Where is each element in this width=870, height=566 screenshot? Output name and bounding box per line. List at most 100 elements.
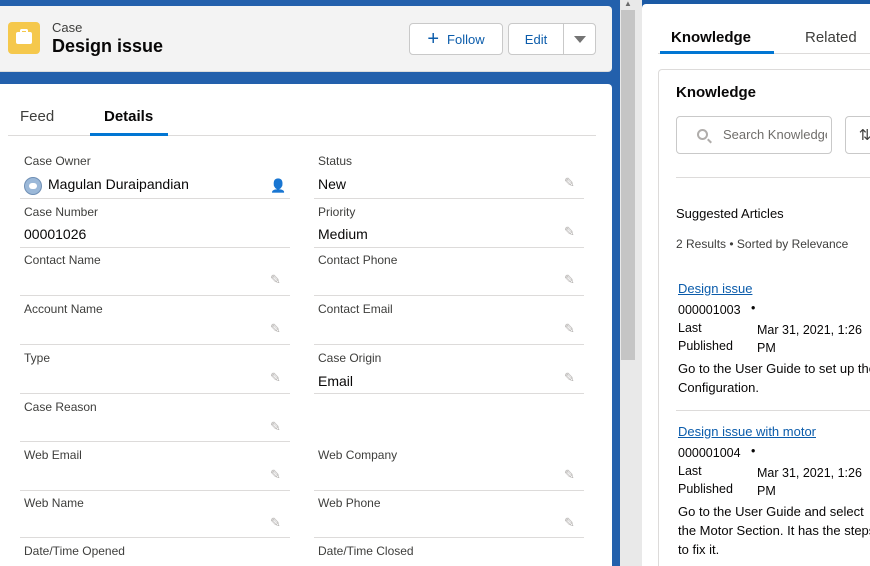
field-date-opened: Date/Time Opened [20,544,290,566]
pencil-icon[interactable]: ✎ [564,225,578,239]
field-type: Type ✎ [20,351,290,394]
pencil-icon[interactable]: ✎ [564,371,578,385]
field-case-origin: Case Origin Email ✎ [314,351,584,394]
field-label: Web Name [24,496,84,510]
search-icon [697,129,708,140]
active-tab-indicator [90,133,168,136]
published-label: Published [678,482,733,496]
scrollbar-thumb[interactable] [621,10,635,360]
field-label: Web Phone [318,496,381,510]
pencil-icon[interactable]: ✎ [270,322,284,336]
field-value: Medium [318,226,368,242]
knowledge-search-box[interactable] [676,116,832,154]
knowledge-card: Knowledge ⇅ Suggested Articles 2 Results… [658,69,870,566]
divider [676,410,870,411]
plus-icon: + [427,28,440,50]
field-priority: Priority Medium ✎ [314,205,584,248]
active-tab-indicator [660,51,774,54]
field-label: Date/Time Closed [318,544,414,558]
record-title: Design issue [52,36,164,56]
published-label: Published [678,339,733,353]
object-label: Case [52,20,83,35]
sort-icon: ⇅ [858,127,870,144]
field-date-closed: Date/Time Closed [314,544,584,566]
field-label: Case Origin [318,351,382,365]
suggested-articles-heading: Suggested Articles [676,206,784,221]
field-case-owner: Case Owner Magulan Duraipandian 👤 [20,154,290,199]
scroll-up-arrow-icon[interactable]: ▲ [623,0,633,8]
published-date: Mar 31, 2021, 1:26 PM [757,323,862,355]
field-web-email: Web Email ✎ [20,448,290,491]
record-header: Case Design issue + Follow Edit [0,6,612,72]
pencil-icon[interactable]: ✎ [270,273,284,287]
field-label: Date/Time Opened [24,544,125,558]
article-title-link[interactable]: Design issue with motor [678,424,816,439]
field-contact-email: Contact Email ✎ [314,302,584,345]
pencil-icon[interactable]: ✎ [270,420,284,434]
briefcase-icon [8,22,40,54]
edit-button[interactable]: Edit [508,23,564,55]
tab-knowledge[interactable]: Knowledge [671,29,751,46]
chevron-down-icon [573,35,586,43]
tab-details[interactable]: Details [104,108,153,125]
pencil-icon[interactable]: ✎ [564,468,578,482]
sidebar-tabs: Knowledge Related [658,22,870,54]
more-actions-button[interactable] [563,23,596,55]
avatar [24,177,42,195]
pencil-icon[interactable]: ✎ [564,516,578,530]
field-label: Web Email [24,448,82,462]
field-label: Contact Email [318,302,393,316]
field-label: Type [24,351,51,365]
field-web-company: Web Company ✎ [314,448,584,491]
record-tabs: Feed Details [8,104,596,136]
divider [676,177,870,178]
field-label: Contact Name [24,253,101,267]
field-label: Priority [318,205,356,219]
sort-button[interactable]: ⇅ [845,116,870,154]
change-owner-icon[interactable]: 👤 [270,179,286,193]
field-value: 00001026 [24,226,87,242]
separator-dot: • [751,444,756,458]
pencil-icon[interactable]: ✎ [564,176,578,190]
pencil-icon[interactable]: ✎ [270,516,284,530]
field-status: Status New ✎ [314,154,584,199]
tab-related[interactable]: Related [805,29,857,46]
article-summary: Go to the User Guide and select the Moto… [678,504,870,557]
pencil-icon[interactable]: ✎ [564,322,578,336]
case-owner-link[interactable]: Magulan Duraipandian [48,176,189,192]
field-label: Status [318,154,353,168]
list-item: Design issue with motor 000001004 • Last… [678,424,870,557]
published-date: Mar 31, 2021, 1:26 PM [757,466,862,498]
separator-dot: • [751,301,756,315]
field-contact-phone: Contact Phone ✎ [314,253,584,296]
pencil-icon[interactable]: ✎ [270,468,284,482]
article-number: 000001004 [678,446,741,460]
field-value: New [318,176,347,192]
field-web-phone: Web Phone ✎ [314,496,584,538]
last-label: Last [678,321,702,335]
article-number: 000001003 [678,303,741,317]
details-card: Feed Details Case Owner Magulan Duraipan… [0,84,612,566]
list-item: Design issue 000001003 • Last Published … [678,281,870,395]
follow-label: Follow [447,31,485,47]
article-title-link[interactable]: Design issue [678,281,752,296]
field-label: Account Name [24,302,103,316]
field-label: Contact Phone [318,253,398,267]
results-summary: 2 Results • Sorted by Relevance [676,237,849,251]
field-contact-name: Contact Name ✎ [20,253,290,296]
last-label: Last [678,464,702,478]
field-value: Email [318,373,354,389]
pencil-icon[interactable]: ✎ [564,273,578,287]
field-case-reason: Case Reason ✎ [20,400,290,442]
article-summary: Go to the User Guide to set up the Confi… [678,361,870,395]
follow-button[interactable]: + Follow [409,23,503,55]
knowledge-search-input[interactable] [723,127,827,142]
pencil-icon[interactable]: ✎ [270,371,284,385]
field-case-number: Case Number 00001026 [20,205,290,248]
field-label: Case Owner [24,154,91,168]
tab-feed[interactable]: Feed [20,108,54,125]
field-label: Case Number [24,205,99,219]
field-account-name: Account Name ✎ [20,302,290,345]
knowledge-title: Knowledge [676,84,757,101]
field-label: Web Company [318,448,398,462]
